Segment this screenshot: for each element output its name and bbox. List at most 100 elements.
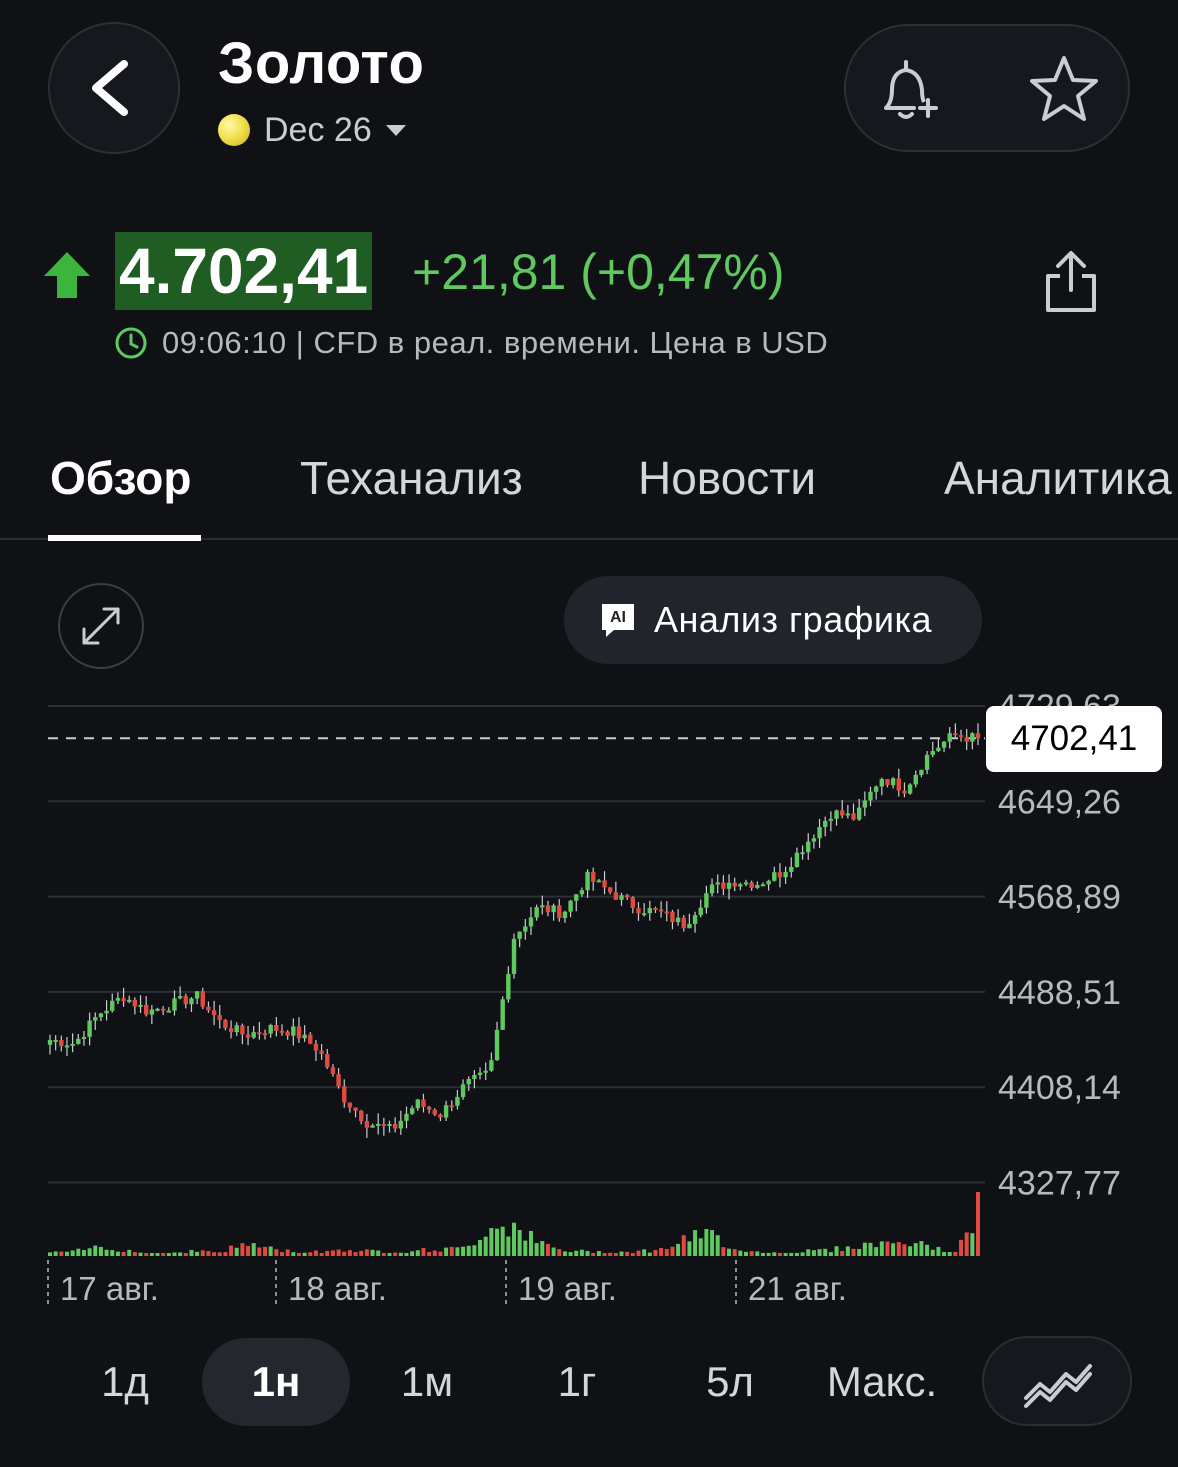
volume-bar	[676, 1243, 681, 1256]
volume-bar	[370, 1249, 375, 1256]
candle-body	[772, 872, 777, 881]
volume-bar	[783, 1253, 788, 1256]
y-tick-label: 4488,51	[998, 974, 1121, 1012]
volume-bar	[161, 1253, 166, 1256]
candle-body	[709, 884, 715, 894]
candle-body	[121, 998, 126, 1002]
alert-button[interactable]	[868, 50, 948, 130]
price-chart[interactable]: 4729,634649,264568,894488,514408,144327,…	[0, 680, 1178, 1320]
volume-bar	[195, 1251, 200, 1256]
candle-body	[692, 915, 698, 924]
candle-body	[658, 909, 664, 912]
timeframe-1d[interactable]: 1д	[60, 1338, 190, 1426]
candle-body	[624, 895, 630, 898]
candle-body	[64, 1045, 70, 1048]
volume-bar	[534, 1243, 539, 1256]
candle-body	[828, 818, 834, 821]
candle-body	[896, 778, 901, 791]
volume-bar	[500, 1226, 505, 1256]
candle-body	[534, 907, 539, 918]
candle-body	[964, 737, 969, 742]
volume-bar	[913, 1243, 918, 1256]
volume-bar	[166, 1253, 171, 1256]
volume-bar	[936, 1246, 941, 1256]
volume-bar	[630, 1253, 635, 1256]
volume-bar	[925, 1244, 930, 1256]
candle-body	[698, 907, 703, 916]
volume-bar	[953, 1251, 958, 1256]
candle-body	[839, 810, 845, 816]
volume-bar	[387, 1253, 392, 1256]
volume-bar	[466, 1245, 471, 1256]
contract-label: Dec 26	[264, 110, 372, 149]
candle-body	[189, 998, 194, 1005]
volume-bar	[495, 1228, 500, 1256]
candle-body	[494, 1029, 500, 1061]
volume-bar	[489, 1228, 494, 1256]
volume-bar	[579, 1249, 584, 1256]
volume-bar	[777, 1252, 782, 1256]
candle-body	[834, 810, 839, 819]
volume-bar	[930, 1249, 935, 1256]
candle-body	[59, 1040, 64, 1047]
candle-body	[104, 1010, 109, 1014]
tab-news[interactable]: Новости	[638, 448, 816, 508]
volume-bar	[902, 1244, 907, 1256]
volume-bar	[432, 1250, 437, 1256]
tab-overview[interactable]: Обзор	[50, 448, 192, 508]
candle-body	[489, 1060, 494, 1071]
volume-bar	[325, 1250, 330, 1256]
candle-body	[370, 1125, 375, 1128]
volume-bar	[613, 1253, 618, 1256]
volume-bar	[268, 1246, 273, 1256]
candle-body	[296, 1026, 302, 1039]
candle-body	[245, 1034, 251, 1038]
candle-body	[738, 884, 743, 887]
ai-chat-icon: AI	[602, 604, 634, 637]
candle-body	[953, 733, 958, 736]
candle-body	[375, 1123, 381, 1126]
tab-analytics[interactable]: Аналитика	[944, 448, 1172, 508]
candle-body	[53, 1040, 58, 1043]
timeframe-1m[interactable]: 1м	[362, 1338, 492, 1426]
timeframe-5y[interactable]: 5л	[665, 1338, 795, 1426]
volume-bar	[347, 1250, 352, 1256]
volume-bar	[687, 1241, 692, 1256]
volume-bar	[455, 1247, 460, 1256]
volume-bar	[138, 1252, 143, 1256]
share-button[interactable]	[1040, 246, 1102, 316]
volume-bar	[811, 1250, 816, 1256]
candle-body	[143, 1004, 149, 1015]
expand-chart-button[interactable]	[58, 583, 144, 669]
timeframe-1w[interactable]: 1н	[202, 1338, 350, 1426]
active-tab-indicator	[48, 535, 201, 541]
tab-technical[interactable]: Теханализ	[300, 448, 523, 508]
contract-selector[interactable]: Dec 26	[218, 108, 406, 152]
timeframe-max[interactable]: Макс.	[812, 1338, 952, 1426]
volume-bar	[427, 1251, 432, 1256]
favorite-button[interactable]	[1024, 50, 1104, 130]
back-button[interactable]	[48, 22, 180, 154]
candle-body	[359, 1110, 364, 1122]
candle-body	[477, 1072, 483, 1075]
volume-bar	[828, 1252, 833, 1256]
chart-type-button[interactable]	[982, 1336, 1132, 1426]
caret-down-icon	[385, 124, 406, 136]
volume-bar	[851, 1248, 856, 1256]
candle-body	[783, 871, 788, 878]
ai-chart-analysis-button[interactable]: AI Анализ графика	[564, 576, 982, 664]
candle-body	[732, 882, 737, 887]
y-tick-label: 4568,89	[998, 879, 1121, 917]
volume-bar	[240, 1243, 245, 1256]
timeframe-1y[interactable]: 1г	[512, 1338, 642, 1426]
candle-body	[483, 1070, 488, 1073]
candle-body	[138, 1004, 143, 1007]
candle-body	[342, 1086, 347, 1103]
candle-body	[721, 882, 726, 889]
volume-bar	[155, 1253, 160, 1256]
last-price: 4.702,41	[115, 232, 373, 310]
volume-bar	[223, 1252, 228, 1256]
volume-bar	[98, 1246, 103, 1256]
volume-bar	[608, 1252, 613, 1256]
y-tick-label: 4649,26	[998, 783, 1121, 821]
